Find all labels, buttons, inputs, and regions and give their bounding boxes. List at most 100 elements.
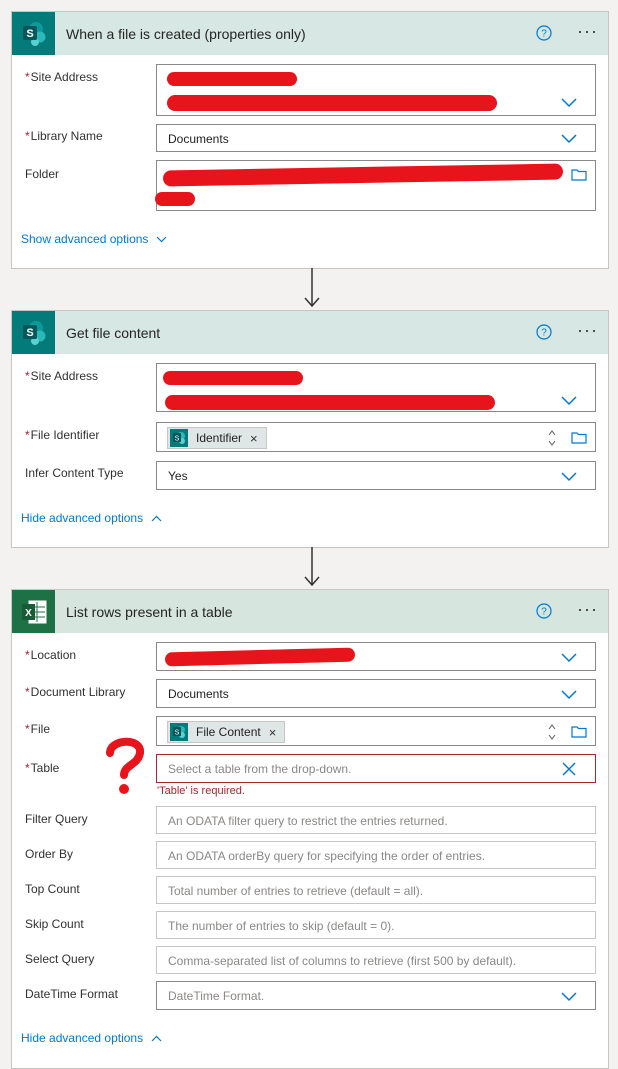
card-title: Get file content <box>66 324 161 341</box>
site-address-label: *Site Address <box>25 369 99 383</box>
top-count-label: Top Count <box>25 882 80 896</box>
file-field[interactable]: S File Content × <box>156 716 596 746</box>
document-library-label: *Document Library <box>25 685 126 699</box>
sharepoint-icon: S <box>170 723 188 741</box>
help-icon[interactable]: ? <box>536 324 552 340</box>
order-by-input[interactable]: An ODATA orderBy query for specifying th… <box>156 841 596 869</box>
infer-content-type-field[interactable]: Yes <box>156 461 596 490</box>
help-icon[interactable]: ? <box>536 25 552 41</box>
chevron-down-icon[interactable] <box>561 472 577 482</box>
sharepoint-icon: S <box>12 12 55 55</box>
svg-text:X: X <box>25 608 32 619</box>
chevron-down-icon[interactable] <box>561 690 577 700</box>
datetime-format-label: DateTime Format <box>25 987 118 1001</box>
remove-token-icon[interactable]: × <box>250 431 258 446</box>
folder-icon[interactable] <box>571 168 587 181</box>
folder-label: Folder <box>25 167 60 181</box>
spinner-icon[interactable] <box>547 722 557 742</box>
chevron-up-icon <box>151 1035 162 1042</box>
get-file-content-header[interactable]: S Get file content ? ··· <box>12 311 608 354</box>
excel-icon: X <box>12 590 55 633</box>
svg-text:S: S <box>26 327 33 339</box>
file-identifier-label: *File Identifier <box>25 428 100 442</box>
card-title: When a file is created (properties only) <box>66 25 306 42</box>
token-label: File Content <box>196 725 261 739</box>
table-label: *Table <box>25 761 60 775</box>
table-field[interactable]: Select a table from the drop-down. <box>156 754 596 783</box>
filter-query-label: Filter Query <box>25 812 88 826</box>
library-name-label: *Library Name <box>25 129 103 143</box>
top-count-placeholder: Total number of entries to retrieve (def… <box>168 884 424 898</box>
datetime-format-placeholder: DateTime Format. <box>168 989 265 1003</box>
card-title: List rows present in a table <box>66 603 233 620</box>
trigger-card-header[interactable]: S When a file is created (properties onl… <box>12 12 608 55</box>
chevron-down-icon[interactable] <box>561 396 577 406</box>
order-by-label: Order By <box>25 847 74 861</box>
site-address-field[interactable] <box>156 363 596 412</box>
chevron-up-icon <box>151 515 162 522</box>
folder-icon[interactable] <box>571 725 587 738</box>
get-file-content-card: S Get file content ? ··· *Site Address *… <box>11 310 609 548</box>
file-identifier-field[interactable]: S Identifier × <box>156 422 596 452</box>
folder-field[interactable] <box>155 160 596 211</box>
document-library-field[interactable]: Documents <box>156 679 596 708</box>
help-icon[interactable]: ? <box>536 603 552 619</box>
site-address-field[interactable] <box>156 64 596 116</box>
more-options-icon[interactable]: ··· <box>577 22 598 40</box>
select-query-placeholder: Comma-separated list of columns to retri… <box>168 954 517 968</box>
site-address-label: *Site Address <box>25 70 99 84</box>
connector-arrow-icon <box>304 268 320 308</box>
chevron-down-icon <box>157 236 167 243</box>
chevron-down-icon[interactable] <box>561 653 577 663</box>
redaction <box>155 192 195 206</box>
svg-text:?: ? <box>541 607 547 618</box>
skip-count-input[interactable]: The number of entries to skip (default =… <box>156 911 596 939</box>
location-label: *Location <box>25 648 77 662</box>
library-name-value: Documents <box>168 132 229 146</box>
chevron-down-icon[interactable] <box>561 992 577 1002</box>
top-count-input[interactable]: Total number of entries to retrieve (def… <box>156 876 596 904</box>
more-options-icon[interactable]: ··· <box>577 321 598 339</box>
svg-text:?: ? <box>541 328 547 339</box>
redaction <box>165 395 495 410</box>
question-mark-annotation-icon <box>106 737 144 794</box>
svg-text:?: ? <box>541 29 547 40</box>
select-query-label: Select Query <box>25 952 95 966</box>
infer-content-type-label: Infer Content Type <box>25 466 124 480</box>
svg-text:S: S <box>175 436 180 443</box>
list-rows-card: X List rows present in a table ? ··· *Lo… <box>11 589 609 1069</box>
datetime-format-field[interactable]: DateTime Format. <box>156 981 596 1010</box>
svg-text:S: S <box>175 730 180 737</box>
folder-icon[interactable] <box>571 431 587 444</box>
file-label: *File <box>25 722 51 736</box>
chevron-down-icon[interactable] <box>561 134 577 144</box>
identifier-token[interactable]: S Identifier × <box>167 427 267 449</box>
filter-query-input[interactable]: An ODATA filter query to restrict the en… <box>156 806 596 834</box>
redaction <box>167 72 297 86</box>
table-placeholder: Select a table from the drop-down. <box>168 762 352 776</box>
connector-arrow-icon <box>304 547 320 587</box>
file-content-token[interactable]: S File Content × <box>167 721 286 743</box>
trigger-card: S When a file is created (properties onl… <box>11 11 609 269</box>
token-label: Identifier <box>196 431 243 445</box>
spinner-icon[interactable] <box>547 428 557 448</box>
redaction <box>163 371 303 385</box>
hide-advanced-options-link[interactable]: Hide advanced options <box>21 1031 162 1045</box>
clear-icon[interactable] <box>562 762 576 776</box>
show-advanced-options-link[interactable]: Show advanced options <box>21 232 167 246</box>
sharepoint-icon: S <box>12 311 55 354</box>
skip-count-placeholder: The number of entries to skip (default =… <box>168 919 395 933</box>
filter-query-placeholder: An ODATA filter query to restrict the en… <box>168 814 448 828</box>
location-field[interactable] <box>156 642 596 671</box>
redaction <box>164 647 356 667</box>
more-options-icon[interactable]: ··· <box>577 600 598 618</box>
document-library-value: Documents <box>168 687 229 701</box>
svg-text:S: S <box>26 28 33 40</box>
skip-count-label: Skip Count <box>25 917 84 931</box>
library-name-field[interactable]: Documents <box>156 124 596 152</box>
select-query-input[interactable]: Comma-separated list of columns to retri… <box>156 946 596 974</box>
chevron-down-icon[interactable] <box>561 98 577 108</box>
hide-advanced-options-link[interactable]: Hide advanced options <box>21 511 162 525</box>
remove-token-icon[interactable]: × <box>269 725 277 740</box>
list-rows-header[interactable]: X List rows present in a table ? ··· <box>12 590 608 633</box>
